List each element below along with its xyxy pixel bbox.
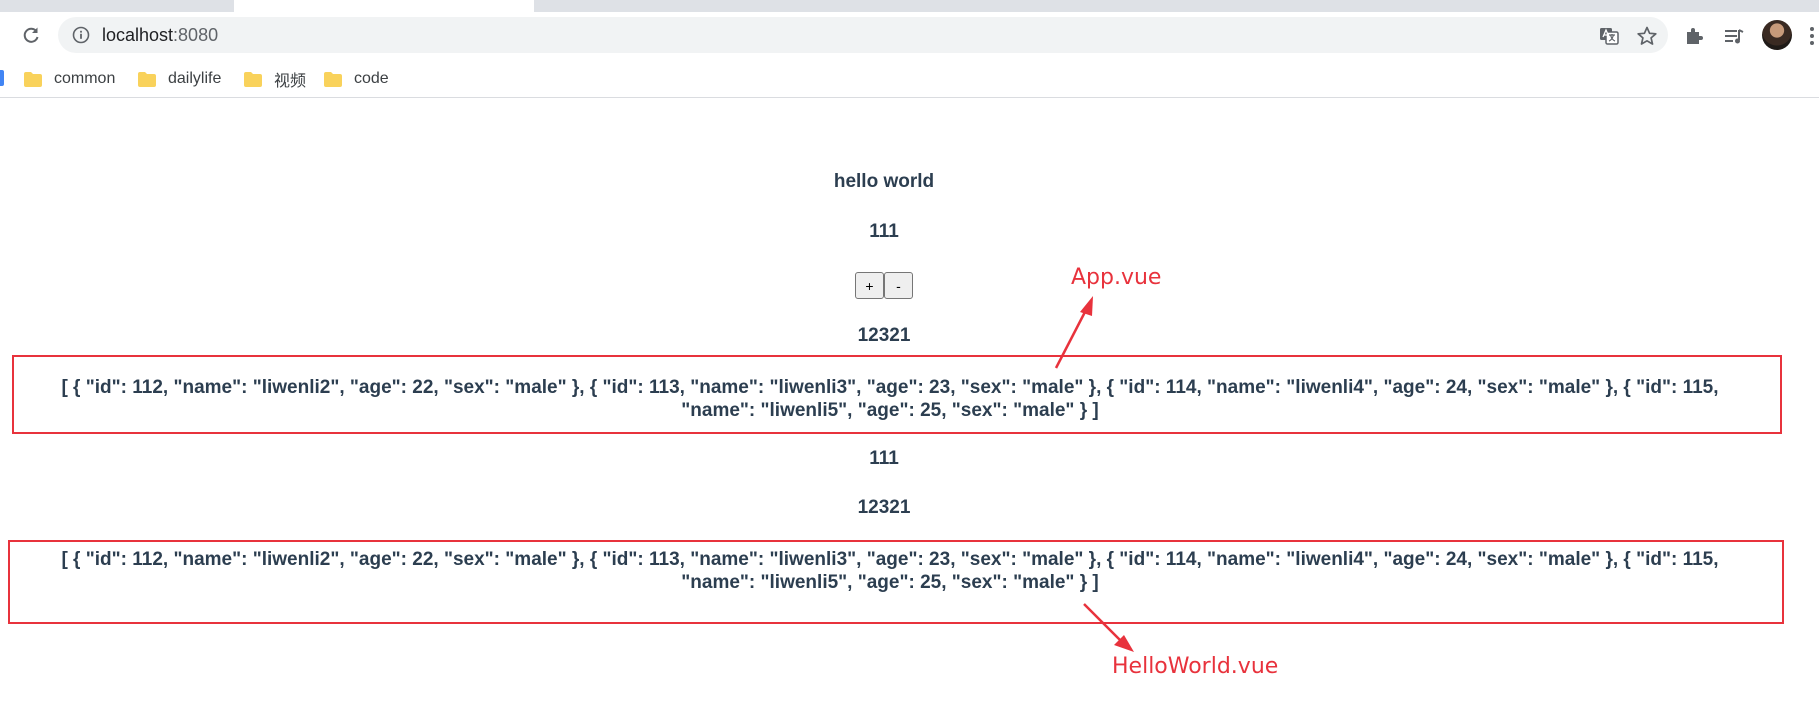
- folder-icon: [324, 71, 342, 87]
- number-value-top: 12321: [857, 325, 911, 346]
- url-host: localhost: [102, 25, 174, 45]
- page-title: hello world: [833, 171, 935, 192]
- app-vue-highlight-box: [12, 355, 1782, 434]
- reload-button[interactable]: [16, 20, 46, 50]
- info-icon[interactable]: [72, 26, 90, 44]
- reload-icon: [23, 27, 39, 43]
- number-value-bottom: 12321: [857, 497, 911, 518]
- tab-active[interactable]: [234, 0, 534, 12]
- url-text[interactable]: localhost:8080: [102, 25, 218, 46]
- tab-inactive[interactable]: [0, 0, 232, 12]
- helloworld-vue-highlight-box: [8, 540, 1784, 624]
- bookmarks-bar: common dailylife 视频 code: [0, 58, 1819, 98]
- helloworld-vue-label: HelloWorld.vue: [1112, 654, 1279, 679]
- bookmark-label: code: [354, 70, 389, 87]
- puzzle-icon[interactable]: [1683, 24, 1707, 48]
- kebab-menu-icon[interactable]: [1808, 24, 1816, 48]
- address-bar[interactable]: localhost:8080: [58, 17, 1668, 53]
- increment-button[interactable]: +: [855, 272, 884, 299]
- folder-icon: [138, 71, 156, 87]
- bookmark-code[interactable]: code: [324, 66, 389, 92]
- counter-controls: + -: [0, 272, 1768, 299]
- bookmark-label: dailylife: [168, 70, 222, 87]
- bookmarks-edge: [0, 70, 4, 86]
- bookmark-label: 视频: [274, 73, 307, 90]
- decrement-button[interactable]: -: [884, 272, 913, 299]
- translate-icon[interactable]: [1598, 25, 1620, 47]
- counter-value-bottom: 111: [869, 448, 899, 469]
- counter-value-top: 111: [869, 221, 899, 242]
- tab-strip-background: [536, 0, 1819, 12]
- tab-strip: [0, 0, 1819, 12]
- folder-icon: [244, 71, 262, 87]
- app-vue-label: App.vue: [1071, 265, 1162, 290]
- url-port: :8080: [173, 25, 219, 45]
- media-queue-icon[interactable]: [1722, 24, 1746, 48]
- avatar[interactable]: [1762, 20, 1792, 50]
- folder-icon: [24, 71, 42, 87]
- bookmark-videos[interactable]: 视频: [244, 66, 306, 92]
- browser-toolbar: localhost:8080: [0, 12, 1819, 58]
- bookmark-common[interactable]: common: [24, 66, 115, 92]
- bookmark-label: common: [54, 70, 116, 87]
- star-icon[interactable]: [1636, 25, 1658, 47]
- bookmark-dailylife[interactable]: dailylife: [138, 66, 221, 92]
